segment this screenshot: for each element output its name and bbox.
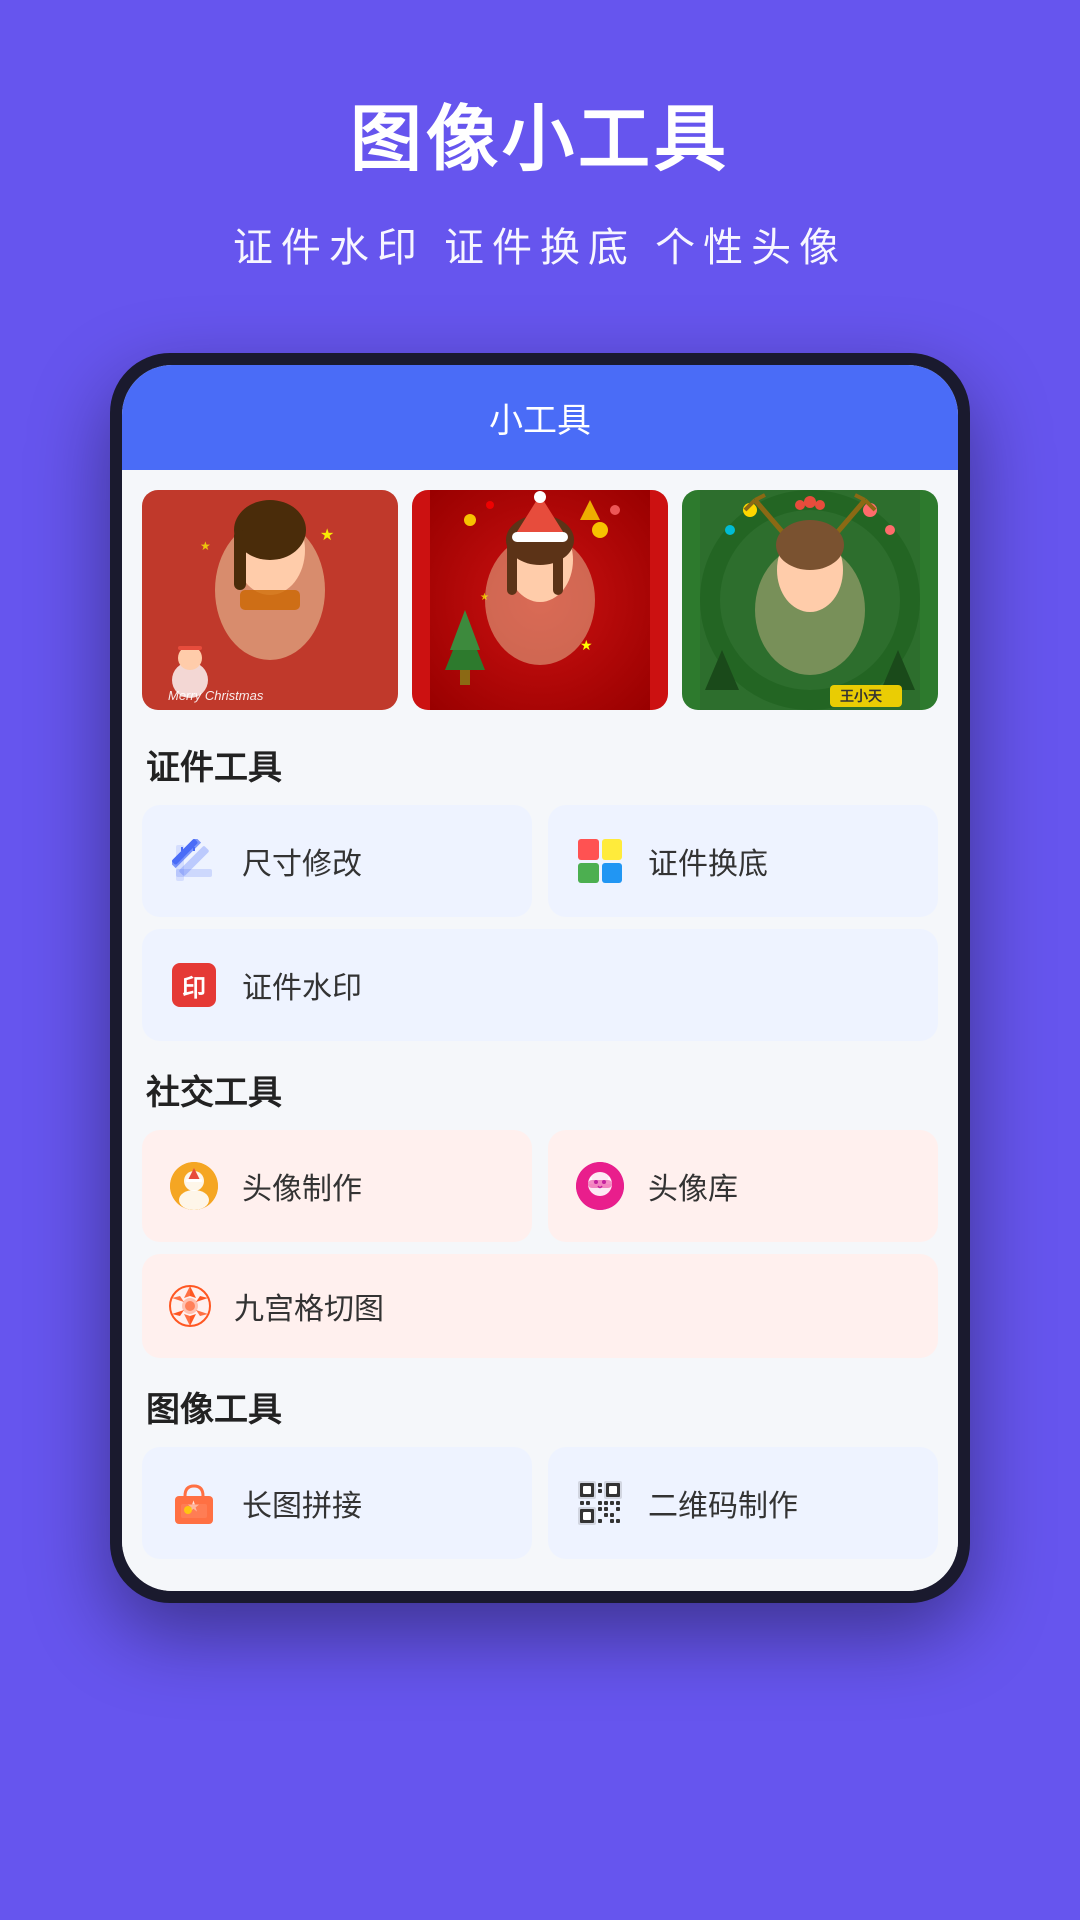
app-subtitle: 证件水印 证件换底 个性头像 — [40, 215, 1040, 273]
svg-text:★: ★ — [580, 637, 593, 653]
long-img-icon — [166, 1475, 222, 1531]
resize-label: 尺寸修改 — [242, 839, 362, 883]
resize-button[interactable]: 尺寸修改 — [142, 805, 532, 917]
svg-text:Merry Christmas: Merry Christmas — [168, 688, 264, 703]
section-title-image: 图像工具 — [146, 1382, 938, 1431]
svg-text:★: ★ — [200, 539, 211, 553]
hero-section: 图像小工具 证件水印 证件换底 个性头像 — [0, 0, 1080, 313]
nine-grid-label: 九宫格切图 — [234, 1284, 384, 1328]
phone-mockup: 小工具 — [110, 353, 970, 1603]
svg-text:★: ★ — [320, 527, 334, 544]
phone-content: ★ ★ Merry Christmas — [122, 470, 958, 1591]
avatar-lib-button[interactable]: 头像库 — [548, 1130, 938, 1242]
phone-header: 小工具 — [122, 365, 958, 470]
avatar-lib-label: 头像库 — [648, 1164, 738, 1208]
social-tools-grid: 头像制作 — [142, 1130, 938, 1242]
avatar-maker-icon — [166, 1158, 222, 1214]
qrcode-button[interactable]: 二维码制作 — [548, 1447, 938, 1559]
section-title-cert: 证件工具 — [146, 740, 938, 789]
bg-change-label: 证件换底 — [648, 839, 768, 883]
phone-screen: 小工具 — [122, 365, 958, 1591]
qrcode-label: 二维码制作 — [648, 1481, 798, 1525]
nine-grid-icon — [166, 1282, 214, 1330]
carousel-item-3[interactable]: 王小天 — [682, 490, 938, 710]
long-img-button[interactable]: 长图拼接 — [142, 1447, 532, 1559]
svg-text:★: ★ — [480, 592, 489, 603]
avatar-make-label: 头像制作 — [242, 1164, 362, 1208]
long-img-label: 长图拼接 — [242, 1481, 362, 1525]
svg-text:王小天: 王小天 — [840, 688, 883, 704]
ruler-icon — [166, 833, 222, 889]
stamp-icon: 印 — [166, 957, 222, 1013]
social-nine-grid-row: 九宫格切图 — [142, 1254, 938, 1358]
image-tools-grid: 长图拼接 — [142, 1447, 938, 1559]
bg-change-button[interactable]: 证件换底 — [548, 805, 938, 917]
carousel-item-1[interactable]: ★ ★ Merry Christmas — [142, 490, 398, 710]
cert-tools-grid: 尺寸修改 证件换底 — [142, 805, 938, 917]
qrcode-icon — [572, 1475, 628, 1531]
image-carousel: ★ ★ Merry Christmas — [142, 490, 938, 710]
palette-icon — [572, 833, 628, 889]
watermark-label: 证件水印 — [242, 963, 362, 1007]
avatar-lib-icon — [572, 1158, 628, 1214]
app-title: 图像小工具 — [40, 80, 1040, 185]
watermark-button[interactable]: 印 证件水印 — [142, 929, 938, 1041]
cert-watermark-row: 印 证件水印 — [142, 929, 938, 1041]
carousel-item-2[interactable]: ★ ★ — [412, 490, 668, 710]
avatar-make-button[interactable]: 头像制作 — [142, 1130, 532, 1242]
nine-grid-button[interactable]: 九宫格切图 — [142, 1254, 938, 1358]
section-title-social: 社交工具 — [146, 1065, 938, 1114]
